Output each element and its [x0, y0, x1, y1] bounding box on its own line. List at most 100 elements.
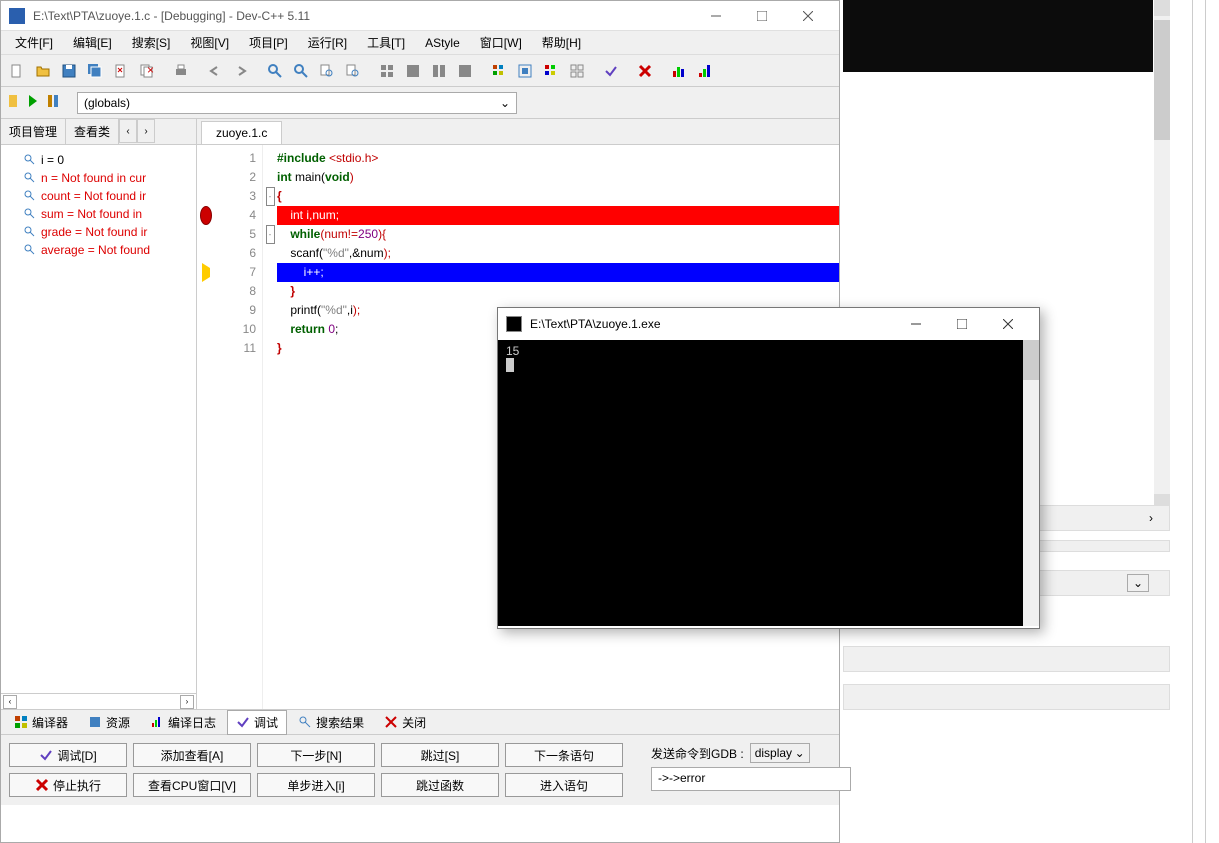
tree-item[interactable]: sum = Not found in: [7, 205, 190, 223]
next-stmt-button[interactable]: 下一条语句: [505, 743, 623, 767]
breakpoint-gutter[interactable]: [197, 145, 215, 709]
close-file-button[interactable]: [109, 59, 133, 83]
console-body[interactable]: 15: [498, 340, 1039, 626]
debug-check-button[interactable]: [599, 59, 623, 83]
menu-tools[interactable]: 工具[T]: [357, 31, 415, 54]
console-close-button[interactable]: [985, 308, 1031, 340]
editor-tab[interactable]: zuoye.1.c: [201, 121, 282, 144]
maximize-button[interactable]: [739, 1, 785, 31]
save-button[interactable]: [57, 59, 81, 83]
menu-run[interactable]: 运行[R]: [298, 31, 357, 54]
side-tab-next[interactable]: ›: [137, 119, 155, 143]
magnify-icon: [23, 225, 37, 239]
side-tab-project[interactable]: 项目管理: [1, 119, 66, 144]
tree-item[interactable]: i = 0: [7, 151, 190, 169]
toggle-bookmark-button[interactable]: [45, 93, 61, 112]
debug-button[interactable]: 调试[D]: [9, 743, 127, 767]
menu-astyle[interactable]: AStyle: [415, 33, 470, 53]
debug-panel: 调试[D] 添加查看[A] 下一步[N] 跳过[S] 下一条语句 停止执行 查看…: [1, 735, 839, 805]
compile-run-button[interactable]: [427, 59, 451, 83]
grid3-button[interactable]: [539, 59, 563, 83]
next-step-button[interactable]: 下一步[N]: [257, 743, 375, 767]
close-button[interactable]: [785, 1, 831, 31]
side-tab-classes[interactable]: 查看类: [66, 119, 119, 144]
profile2-button[interactable]: [693, 59, 717, 83]
gdb-label: 发送命令到GDB :: [651, 745, 744, 762]
debug-stop-button[interactable]: [633, 59, 657, 83]
step-out-button[interactable]: 跳过函数: [381, 773, 499, 797]
tab-compiler[interactable]: 编译器: [5, 710, 77, 735]
tree-label: sum = Not found in: [41, 207, 142, 221]
minimize-button[interactable]: [693, 1, 739, 31]
find-in-files-button[interactable]: [315, 59, 339, 83]
menu-file[interactable]: 文件[F]: [5, 31, 63, 54]
redo-button[interactable]: [229, 59, 253, 83]
console-minimize-button[interactable]: [893, 308, 939, 340]
close-all-button[interactable]: ×: [135, 59, 159, 83]
bottom-tabs: 编译器 资源 编译日志 调试 搜索结果 关闭: [1, 709, 839, 735]
grid4-button[interactable]: [565, 59, 589, 83]
menubar: 文件[F] 编辑[E] 搜索[S] 视图[V] 项目[P] 运行[R] 工具[T…: [1, 31, 839, 55]
print-button[interactable]: [169, 59, 193, 83]
tree-item[interactable]: n = Not found in cur: [7, 169, 190, 187]
tab-resource[interactable]: 资源: [79, 710, 139, 735]
app-icon: [9, 8, 25, 24]
magnify-icon: [23, 189, 37, 203]
current-line-icon: [202, 263, 210, 282]
goto-bookmark-button[interactable]: [25, 93, 41, 112]
tab-search-results[interactable]: 搜索结果: [289, 710, 373, 735]
tree-item[interactable]: count = Not found ir: [7, 187, 190, 205]
tab-compile-log[interactable]: 编译日志: [141, 710, 225, 735]
step-into-button[interactable]: 单步进入[i]: [257, 773, 375, 797]
new-file-button[interactable]: [5, 59, 29, 83]
tree-label: n = Not found in cur: [41, 171, 146, 185]
rebuild-button[interactable]: [453, 59, 477, 83]
right-panel-row2: [843, 684, 1170, 710]
stop-debug-button[interactable]: 停止执行: [9, 773, 127, 797]
console-maximize-button[interactable]: [939, 308, 985, 340]
console-output-line: 15: [506, 344, 1031, 358]
open-button[interactable]: [31, 59, 55, 83]
tree-label: i = 0: [41, 153, 64, 167]
save-all-button[interactable]: [83, 59, 107, 83]
step-over-button[interactable]: 跳过[S]: [381, 743, 499, 767]
menu-project[interactable]: 项目[P]: [239, 31, 298, 54]
tab-debug[interactable]: 调试: [227, 710, 287, 735]
globals-combo[interactable]: (globals) ⌄: [77, 92, 517, 114]
menu-window[interactable]: 窗口[W]: [470, 31, 532, 54]
gdb-output: ->->error: [651, 767, 851, 791]
menu-help[interactable]: 帮助[H]: [532, 31, 591, 54]
tab-close[interactable]: 关闭: [375, 710, 435, 735]
find-button[interactable]: [263, 59, 287, 83]
toolbar-main: ×: [1, 55, 839, 87]
undo-button[interactable]: [203, 59, 227, 83]
bookmark-button[interactable]: [5, 93, 21, 112]
tree-item[interactable]: grade = Not found ir: [7, 223, 190, 241]
goto-button[interactable]: [341, 59, 365, 83]
magnify-icon: [23, 207, 37, 221]
console-scrollbar[interactable]: [1023, 340, 1039, 626]
side-tab-prev[interactable]: ‹: [119, 119, 137, 143]
menu-view[interactable]: 视图[V]: [180, 31, 239, 54]
into-stmt-button[interactable]: 进入语句: [505, 773, 623, 797]
sidebar-hscroll[interactable]: ‹›: [1, 693, 196, 709]
tree-item[interactable]: average = Not found: [7, 241, 190, 259]
breakpoint-icon[interactable]: [200, 206, 212, 225]
right-scrollbar[interactable]: [1154, 0, 1170, 510]
divider: [1205, 0, 1206, 843]
compile-button[interactable]: [375, 59, 399, 83]
grid2-button[interactable]: [513, 59, 537, 83]
add-watch-button[interactable]: 添加查看[A]: [133, 743, 251, 767]
grid1-button[interactable]: [487, 59, 511, 83]
cpu-window-button[interactable]: 查看CPU窗口[V]: [133, 773, 251, 797]
console-title-text: E:\Text\PTA\zuoye.1.exe: [530, 317, 893, 331]
gdb-command-combo[interactable]: display⌄: [750, 743, 810, 763]
menu-edit[interactable]: 编辑[E]: [63, 31, 122, 54]
menu-search[interactable]: 搜索[S]: [122, 31, 181, 54]
fold-gutter[interactable]: --: [263, 145, 277, 709]
replace-button[interactable]: [289, 59, 313, 83]
run-button[interactable]: [401, 59, 425, 83]
console-titlebar[interactable]: E:\Text\PTA\zuoye.1.exe: [498, 308, 1039, 340]
console-cursor: [506, 358, 514, 372]
profile-button[interactable]: [667, 59, 691, 83]
